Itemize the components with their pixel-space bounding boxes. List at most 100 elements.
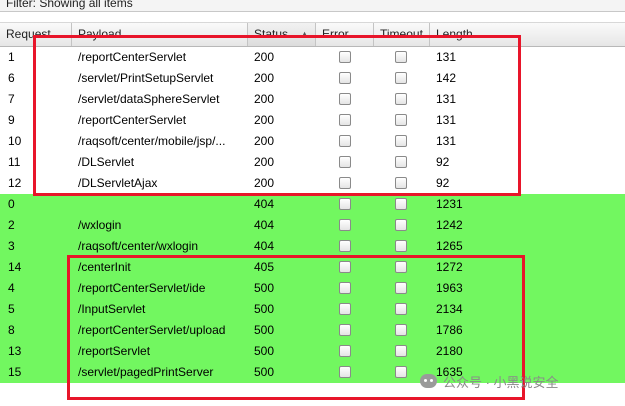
cell-request: 7 [8, 92, 15, 106]
cell-payload: /DLServletAjax [78, 176, 158, 190]
cell-payload: /raqsoft/center/mobile/jsp/... [78, 134, 226, 148]
table-row[interactable]: 1/reportCenterServlet 200 131 [0, 47, 625, 68]
table-body: 1/reportCenterServlet 200 131 6/servlet/Pri… [0, 47, 625, 383]
error-checkbox[interactable] [339, 219, 351, 231]
cell-timeout [374, 215, 430, 236]
table-row[interactable]: 3/raqsoft/center/wxlogin 404 1265 [0, 236, 625, 257]
table-row[interactable]: 10/raqsoft/center/mobile/jsp/... 200 131 [0, 131, 625, 152]
cell-payload: /reportCenterServlet/upload [78, 323, 226, 337]
timeout-checkbox[interactable] [395, 282, 407, 294]
cell-timeout [374, 299, 430, 320]
cell-payload [72, 194, 248, 215]
table-row[interactable]: 7/servlet/dataSphereServlet 200 131 [0, 89, 625, 110]
error-checkbox[interactable] [339, 198, 351, 210]
cell-request: 14 [8, 260, 22, 274]
cell-error [316, 257, 374, 278]
watermark: 公众号 · 小黑说安全 [420, 371, 620, 391]
error-checkbox[interactable] [339, 324, 351, 336]
column-header-timeout[interactable]: Timeout [374, 23, 430, 46]
cell-error [316, 278, 374, 299]
error-checkbox[interactable] [339, 51, 351, 63]
error-checkbox[interactable] [339, 261, 351, 273]
timeout-checkbox[interactable] [395, 198, 407, 210]
cell-request: 4 [8, 281, 15, 295]
cell-timeout [374, 320, 430, 341]
cell-error [316, 236, 374, 257]
error-checkbox[interactable] [339, 240, 351, 252]
timeout-checkbox[interactable] [395, 324, 407, 336]
cell-status: 200 [254, 176, 275, 190]
table-row[interactable]: 9/reportCenterServlet 200 131 [0, 110, 625, 131]
table-row[interactable]: 2/wxlogin 404 1242 [0, 215, 625, 236]
cell-payload: /InputServlet [78, 302, 146, 316]
timeout-checkbox[interactable] [395, 156, 407, 168]
table-row[interactable]: 4/reportCenterServlet/ide 500 1963 [0, 278, 625, 299]
error-checkbox[interactable] [339, 282, 351, 294]
cell-request: 10 [8, 134, 22, 148]
cell-error [316, 320, 374, 341]
cell-error [316, 89, 374, 110]
cell-timeout [374, 236, 430, 257]
cell-status: 200 [254, 113, 275, 127]
timeout-checkbox[interactable] [395, 261, 407, 273]
cell-timeout [374, 173, 430, 194]
cell-status: 500 [254, 344, 275, 358]
cell-error [316, 152, 374, 173]
timeout-checkbox[interactable] [395, 93, 407, 105]
cell-timeout [374, 47, 430, 68]
timeout-checkbox[interactable] [395, 219, 407, 231]
cell-payload: /DLServlet [78, 155, 135, 169]
timeout-checkbox[interactable] [395, 135, 407, 147]
table-row[interactable]: 14/centerInit 405 1272 [0, 257, 625, 278]
wechat-icon [420, 374, 437, 388]
cell-length: 1272 [436, 260, 463, 274]
cell-request: 9 [8, 113, 15, 127]
error-checkbox[interactable] [339, 93, 351, 105]
error-checkbox[interactable] [339, 366, 351, 378]
cell-length: 1265 [436, 239, 463, 253]
cell-payload: /wxlogin [78, 218, 122, 232]
cell-payload: /servlet/dataSphereServlet [78, 92, 220, 106]
error-checkbox[interactable] [339, 114, 351, 126]
cell-length: 131 [436, 134, 457, 148]
cell-payload: /servlet/pagedPrintServer [78, 365, 214, 379]
cell-status: 404 [254, 197, 275, 211]
timeout-checkbox[interactable] [395, 51, 407, 63]
error-checkbox[interactable] [339, 135, 351, 147]
table-row[interactable]: 11/DLServlet 200 92 [0, 152, 625, 173]
timeout-checkbox[interactable] [395, 177, 407, 189]
cell-payload: /reportServlet [78, 344, 151, 358]
column-header-error[interactable]: Error [316, 23, 374, 46]
column-header-status[interactable]: Status ▲ [248, 23, 316, 46]
error-checkbox[interactable] [339, 72, 351, 84]
timeout-checkbox[interactable] [395, 345, 407, 357]
column-header-payload[interactable]: Payload [72, 23, 248, 46]
cell-error [316, 68, 374, 89]
table-row[interactable]: 12/DLServletAjax 200 92 [0, 173, 625, 194]
table-row[interactable]: 5/InputServlet 500 2134 [0, 299, 625, 320]
cell-status: 405 [254, 260, 275, 274]
error-checkbox[interactable] [339, 303, 351, 315]
column-header-length[interactable]: Length [430, 23, 625, 46]
table-row[interactable]: 6/servlet/PrintSetupServlet 200 142 [0, 68, 625, 89]
timeout-checkbox[interactable] [395, 366, 407, 378]
error-checkbox[interactable] [339, 156, 351, 168]
cell-timeout [374, 131, 430, 152]
cell-request: 3 [8, 239, 15, 253]
cell-length: 92 [436, 176, 450, 190]
cell-request: 11 [8, 155, 21, 169]
column-header-request[interactable]: Request [0, 23, 72, 46]
cell-request: 13 [8, 344, 22, 358]
cell-request: 15 [8, 365, 22, 379]
filter-bar[interactable]: Filter: Showing all items [0, 0, 625, 12]
error-checkbox[interactable] [339, 345, 351, 357]
cell-error [316, 362, 374, 383]
timeout-checkbox[interactable] [395, 303, 407, 315]
table-row[interactable]: 0 404 1231 [0, 194, 625, 215]
table-row[interactable]: 8/reportCenterServlet/upload 500 1786 [0, 320, 625, 341]
timeout-checkbox[interactable] [395, 240, 407, 252]
table-row[interactable]: 13/reportServlet 500 2180 [0, 341, 625, 362]
timeout-checkbox[interactable] [395, 114, 407, 126]
timeout-checkbox[interactable] [395, 72, 407, 84]
error-checkbox[interactable] [339, 177, 351, 189]
